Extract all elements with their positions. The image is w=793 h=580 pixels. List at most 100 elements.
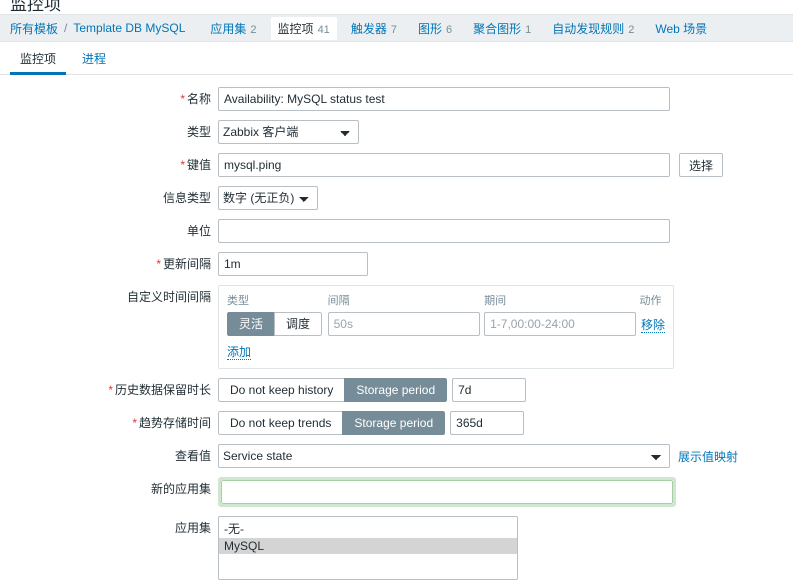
trends-do-not-keep-button[interactable]: Do not keep trends	[218, 411, 343, 435]
name-input[interactable]	[218, 87, 670, 111]
nav-item-items[interactable]: 监控项 41	[270, 16, 337, 40]
interval-type-flexible-button[interactable]: 灵活	[227, 312, 275, 336]
required-marker: *	[180, 158, 185, 172]
label-update-interval-text: 更新间隔	[162, 257, 211, 271]
form-row-custom-intervals: 自定义时间间隔 类型 间隔 期间 动作 灵活 调度 50s 1-7,00:00-…	[0, 285, 793, 369]
header-action: 动作	[639, 295, 662, 307]
form-row-type: 类型 Zabbix 客户端	[0, 120, 793, 144]
label-custom-intervals: 自定义时间间隔	[126, 290, 211, 304]
update-interval-input[interactable]	[218, 252, 368, 276]
control-info-type: 数字 (无正负)	[218, 186, 318, 210]
tab-preprocessing[interactable]: 进程	[72, 45, 116, 74]
form-row-units: 单位	[0, 219, 793, 243]
control-name	[218, 87, 670, 111]
nav-item-count: 1	[525, 23, 532, 36]
info-type-select[interactable]: 数字 (无正负)	[218, 186, 318, 210]
breadcrumb-separator: /	[64, 21, 68, 35]
nav-item-web-scenarios[interactable]: Web 场景	[648, 17, 718, 40]
label-name: * 名称	[0, 87, 218, 111]
applications-option-mysql[interactable]: MySQL	[219, 538, 517, 554]
interval-remove-link[interactable]: 移除	[640, 317, 665, 333]
history-do-not-keep-button[interactable]: Do not keep history	[218, 378, 345, 402]
nav-item-screens[interactable]: 聚合图形 1	[466, 17, 538, 40]
interval-period-input[interactable]	[484, 312, 637, 336]
nav-item-count: 41	[317, 23, 330, 36]
nav-item-label: 监控项	[277, 21, 314, 36]
trends-storage-period-button[interactable]: Storage period	[342, 411, 446, 435]
breadcrumb-template-name[interactable]: Template DB MySQL	[71, 21, 187, 35]
value-mapping-link[interactable]: 展示值映射	[678, 448, 738, 465]
control-type: Zabbix 客户端	[218, 120, 359, 144]
new-application-input[interactable]	[221, 480, 673, 504]
history-value-input[interactable]	[452, 378, 527, 402]
object-navigation-bar: 所有模板 / Template DB MySQL 应用集 2 监控项 41 触发…	[0, 14, 793, 42]
label-units: 单位	[186, 224, 211, 238]
cell-interval	[327, 312, 484, 336]
nav-item-label: 聚合图形	[473, 21, 522, 36]
form-row-show-value: 查看值 Service state 展示值映射	[0, 444, 793, 468]
cell-type: 灵活 调度	[227, 312, 328, 336]
control-units	[218, 219, 670, 243]
label-type: 类型	[186, 125, 211, 139]
type-select[interactable]: Zabbix 客户端	[218, 120, 359, 144]
cell-action: 移除	[639, 312, 665, 336]
nav-item-label: 触发器	[350, 21, 387, 36]
breadcrumb-all-templates[interactable]: 所有模板	[8, 20, 60, 37]
interval-delay-input[interactable]	[327, 312, 480, 336]
required-marker: *	[180, 92, 185, 106]
header-interval: 间隔	[327, 295, 350, 307]
label-key-text: 键值	[186, 158, 211, 172]
label-history-text: 历史数据保留时长	[114, 383, 211, 397]
form-tab-bar: 监控项 进程	[0, 42, 793, 75]
label-show-value: 查看值	[174, 449, 211, 463]
trends-value-input[interactable]	[450, 411, 525, 435]
custom-intervals-panel: 类型 间隔 期间 动作 灵活 调度 50s 1-7,00:00-24:00 移除…	[218, 285, 674, 369]
applications-listbox[interactable]: -无- MySQL	[218, 516, 518, 580]
required-marker: *	[132, 416, 137, 430]
nav-item-triggers[interactable]: 触发器 7	[344, 17, 404, 40]
page-title: 监控项	[10, 0, 61, 14]
nav-item-count: 7	[390, 23, 397, 36]
key-input[interactable]	[218, 153, 670, 177]
nav-item-count: 2	[250, 23, 257, 36]
label-name-text: 名称	[186, 92, 211, 106]
nav-item-label: 应用集	[210, 21, 247, 36]
nav-item-applications[interactable]: 应用集 2	[203, 17, 263, 40]
custom-intervals-table: 类型 间隔 期间 动作 灵活 调度 50s 1-7,00:00-24:00 移除	[227, 292, 665, 336]
label-history: * 历史数据保留时长	[0, 378, 218, 402]
form-row-trends: * 趋势存储时间 Do not keep trends Storage perio…	[0, 411, 793, 435]
key-select-button[interactable]: 选择	[679, 153, 724, 177]
label-applications: 应用集	[174, 521, 211, 535]
form-row-applications: 应用集 -无- MySQL	[0, 516, 793, 580]
form-row-name: * 名称	[0, 87, 793, 111]
label-trends-text: 趋势存储时间	[138, 416, 211, 430]
nav-item-discovery-rules[interactable]: 自动发现规则 2	[545, 17, 641, 40]
show-value-select[interactable]: Service state	[218, 444, 670, 468]
cell-period	[484, 312, 639, 336]
custom-intervals-add-row: 添加	[227, 343, 665, 360]
history-mode-toggle: Do not keep history Storage period	[218, 378, 448, 402]
interval-add-link[interactable]: 添加	[227, 345, 252, 360]
form-row-history: * 历史数据保留时长 Do not keep history Storage pe…	[0, 378, 793, 402]
control-applications: -无- MySQL	[218, 516, 518, 580]
nav-item-count: 6	[445, 23, 453, 36]
new-application-focus-ring	[218, 477, 676, 507]
interval-type-scheduling-button[interactable]: 调度	[274, 312, 323, 336]
page-title-bar: 监控项	[0, 0, 793, 14]
applications-option-none[interactable]: -无-	[219, 519, 517, 538]
form-row-key: *键值 选择	[0, 153, 793, 177]
custom-interval-row: 灵活 调度 移除	[227, 312, 665, 336]
nav-item-graphs[interactable]: 图形 6	[411, 17, 459, 40]
tab-item[interactable]: 监控项	[10, 45, 67, 75]
control-new-application	[218, 477, 676, 507]
interval-type-toggle: 灵活 调度	[227, 312, 323, 336]
control-history: Do not keep history Storage period	[218, 378, 527, 402]
control-show-value: Service state 展示值映射	[218, 444, 738, 468]
header-period: 期间	[484, 295, 507, 307]
item-form: *名称 类型 Zabbix 客户端 *键值 选择 信息类型 数字 (无正负)	[0, 75, 793, 580]
units-input[interactable]	[218, 219, 670, 243]
custom-intervals-body: 灵活 调度 移除	[227, 312, 665, 336]
nav-item-label: 自动发现规则	[552, 21, 625, 36]
form-row-new-application: 新的应用集	[0, 477, 793, 507]
history-storage-period-button[interactable]: Storage period	[344, 378, 448, 402]
